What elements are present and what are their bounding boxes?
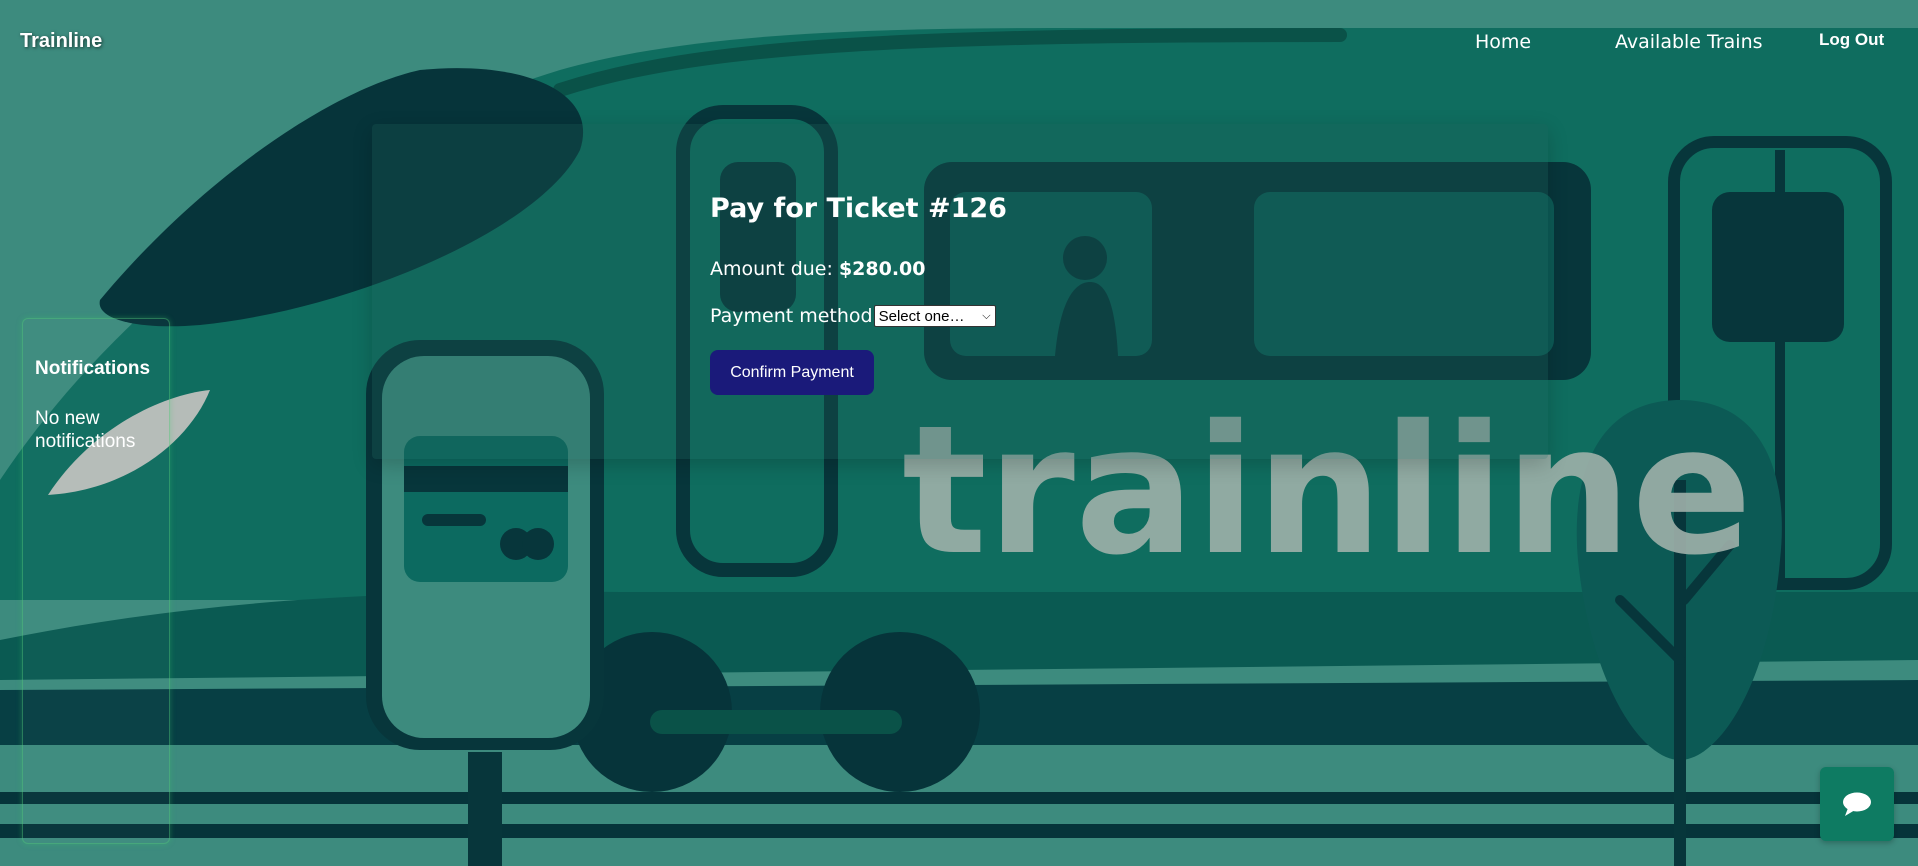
notifications-panel xyxy=(22,318,170,844)
brand-logo[interactable]: Trainline xyxy=(20,30,102,53)
amount-due-row: Amount due: $280.00 xyxy=(710,258,926,280)
amount-due-label: Amount due: xyxy=(710,258,833,280)
amount-due-value: $280.00 xyxy=(838,258,926,280)
nav-available-trains-link[interactable]: Available Trains xyxy=(1615,31,1763,53)
payment-method-row: Payment method Select one… ⌵ xyxy=(710,305,996,327)
nav-logout-link[interactable]: Log Out xyxy=(1819,30,1884,50)
chat-button[interactable] xyxy=(1820,767,1894,841)
notifications-empty-text: No new notifications xyxy=(35,408,136,452)
payment-method-select[interactable]: Select one… ⌵ xyxy=(873,305,996,327)
chevron-down-icon: ⌵ xyxy=(982,309,991,322)
chat-bubble-icon xyxy=(1843,792,1871,816)
page-title: Pay for Ticket #126 xyxy=(710,193,1007,224)
confirm-payment-button[interactable]: Confirm Payment xyxy=(710,350,874,395)
nav-home-link[interactable]: Home xyxy=(1475,31,1531,53)
notifications-title: Notifications xyxy=(35,358,151,379)
payment-card xyxy=(372,124,1548,459)
payment-method-label: Payment method xyxy=(710,305,873,327)
payment-method-selected-value: Select one… xyxy=(878,307,965,325)
